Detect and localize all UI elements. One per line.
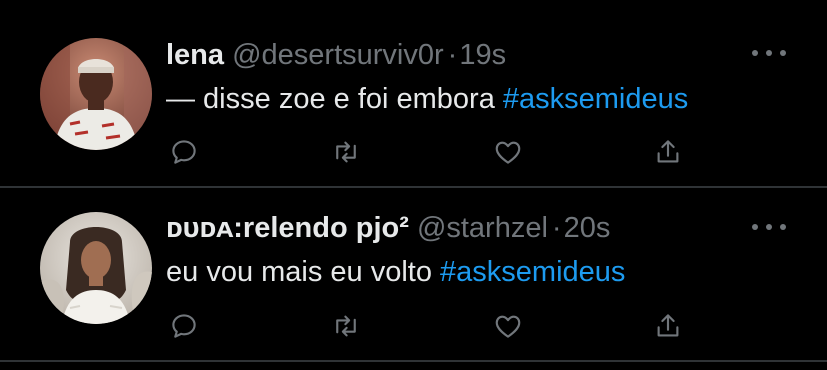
reply-icon bbox=[172, 314, 196, 338]
tweet-divider bbox=[0, 360, 827, 362]
more-icon[interactable] bbox=[752, 46, 786, 60]
timestamp[interactable]: 20s bbox=[564, 212, 611, 244]
reply-button[interactable] bbox=[166, 134, 202, 170]
timestamp[interactable]: 19s bbox=[459, 39, 506, 71]
username-handle[interactable]: @desertsurviv0r bbox=[232, 39, 444, 71]
tweet-header: ᴅᴜᴅᴀ:relendo pjo² @starhzel ·20s bbox=[166, 211, 610, 245]
display-name[interactable]: lena bbox=[166, 39, 224, 71]
hashtag-link[interactable]: #asksemideus bbox=[440, 256, 625, 288]
tweet-header: lena @desertsurviv0r ·19s bbox=[166, 38, 506, 72]
share-button[interactable] bbox=[650, 134, 686, 170]
username-handle[interactable]: @starhzel bbox=[417, 212, 548, 244]
tweet[interactable]: ᴅᴜᴅᴀ:relendo pjo² @starhzel ·20s eu vou m… bbox=[0, 187, 827, 360]
tweet-text-content: — disse zoe e foi embora bbox=[166, 83, 503, 115]
like-button[interactable] bbox=[490, 134, 526, 170]
share-button[interactable] bbox=[650, 308, 686, 344]
tweet-actions bbox=[0, 308, 827, 344]
timeline-feed: lena @desertsurviv0r ·19s — disse zoe e f… bbox=[0, 0, 827, 370]
separator-dot: · bbox=[447, 39, 458, 71]
like-button[interactable] bbox=[490, 308, 526, 344]
more-icon[interactable] bbox=[752, 220, 786, 234]
separator-dot: · bbox=[551, 212, 562, 244]
share-icon bbox=[657, 314, 679, 337]
tweet-text-content: eu vou mais eu volto bbox=[166, 256, 441, 288]
share-icon bbox=[657, 140, 679, 163]
retweet-button[interactable] bbox=[328, 134, 364, 170]
hashtag-link[interactable]: #asksemideus bbox=[503, 83, 688, 115]
reply-button[interactable] bbox=[166, 308, 202, 344]
retweet-icon bbox=[336, 141, 356, 163]
tweet-actions bbox=[0, 134, 827, 170]
reply-icon bbox=[172, 140, 196, 164]
retweet-icon bbox=[336, 315, 356, 337]
display-name[interactable]: ᴅᴜᴅᴀ:relendo pjo² bbox=[166, 212, 409, 244]
tweet[interactable]: lena @desertsurviv0r ·19s — disse zoe e f… bbox=[0, 0, 827, 185]
tweet-text: — disse zoe e foi embora #asksemideus bbox=[166, 81, 688, 117]
like-icon bbox=[495, 315, 521, 338]
tweet-text: eu vou mais eu volto #asksemideus bbox=[166, 254, 625, 290]
like-icon bbox=[495, 141, 521, 164]
retweet-button[interactable] bbox=[328, 308, 364, 344]
